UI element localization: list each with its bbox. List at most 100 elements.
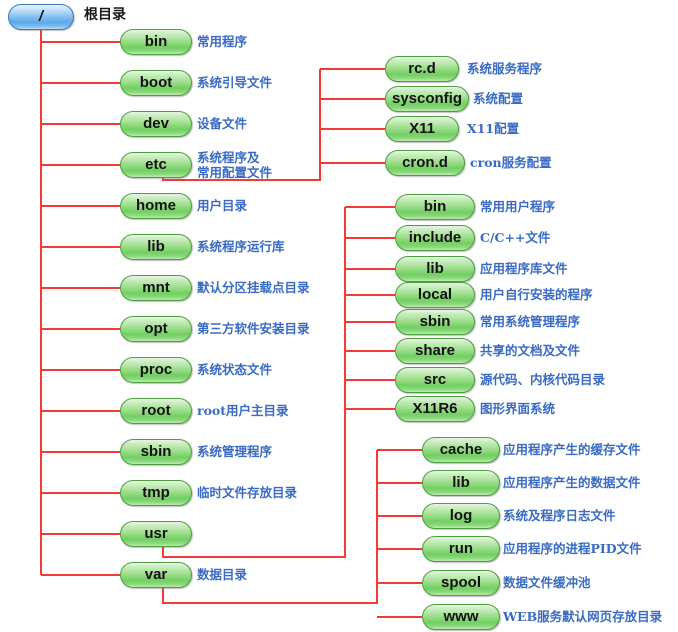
node-sbin-label: sbin: [140, 443, 172, 460]
node-usr-x11r6[interactable]: X11R6: [395, 396, 475, 422]
node-usr-x11r6-label: X11R6: [412, 400, 458, 417]
node-var-log-label: log: [449, 507, 473, 524]
caption-dev: 设备文件: [197, 116, 248, 131]
node-tmp-label: tmp: [142, 484, 170, 501]
caption-usr-bin: 常用用户程序: [480, 199, 556, 214]
caption-home: 用户目录: [197, 198, 248, 213]
caption-var-spool: 数据文件缓冲池: [503, 575, 591, 590]
node-var-label: var: [144, 566, 168, 583]
node-usr-local-label: local: [417, 286, 453, 303]
caption-etc-sysconfig: 系统配置: [473, 91, 524, 106]
caption-usr-lib: 应用程序库文件: [480, 261, 568, 276]
node-root[interactable]: /: [8, 4, 74, 30]
node-usr-include-label: include: [408, 229, 462, 246]
node-root-label: /: [38, 8, 44, 25]
node-lib[interactable]: lib: [120, 234, 192, 260]
node-dev[interactable]: dev: [120, 111, 192, 137]
caption-etc: 系统程序及 常用配置文件: [197, 150, 272, 180]
node-var-www[interactable]: www: [422, 604, 500, 630]
node-sbin[interactable]: sbin: [120, 439, 192, 465]
node-proc[interactable]: proc: [120, 357, 192, 383]
node-var-run-label: run: [448, 540, 474, 557]
node-root-dir[interactable]: root: [120, 398, 192, 424]
node-var-cache[interactable]: cache: [422, 437, 500, 463]
node-var-lib-label: lib: [452, 474, 470, 491]
node-etc-label: etc: [145, 156, 167, 173]
node-usr-local[interactable]: local: [395, 282, 475, 308]
node-dev-label: dev: [143, 115, 169, 132]
node-etc-cron-d[interactable]: cron.d: [385, 150, 465, 176]
node-tmp[interactable]: tmp: [120, 480, 192, 506]
node-var-spool[interactable]: spool: [422, 570, 500, 596]
node-usr-sbin-label: sbin: [419, 313, 451, 330]
node-usr-src-label: src: [423, 371, 447, 388]
node-usr-lib-label: lib: [426, 260, 444, 277]
caption-etc-x11: X11配置: [467, 121, 520, 136]
node-lib-label: lib: [147, 238, 165, 255]
caption-usr-x11r6: 图形界面系统: [480, 401, 556, 416]
node-etc-cron-d-label: cron.d: [402, 154, 448, 171]
node-var-run[interactable]: run: [422, 536, 500, 562]
node-usr-include[interactable]: include: [395, 225, 475, 251]
node-usr-bin-label: bin: [423, 198, 447, 215]
node-usr-sbin[interactable]: sbin: [395, 309, 475, 335]
node-boot-label: boot: [139, 74, 173, 91]
node-etc-rc-d-label: rc.d: [408, 60, 436, 77]
caption-root: 根目录: [84, 7, 126, 23]
caption-var-www: WEB服务默认网页存放目录: [503, 609, 663, 624]
caption-tmp: 临时文件存放目录: [197, 485, 298, 500]
node-usr-share[interactable]: share: [395, 338, 475, 364]
caption-etc-line2: 常用配置文件: [197, 165, 273, 180]
caption-var-log: 系统及程序日志文件: [503, 508, 616, 523]
caption-root-dir: root用户主目录: [197, 403, 289, 418]
caption-var-run: 应用程序的进程PID文件: [503, 541, 642, 556]
caption-etc-cron-d: cron服务配置: [470, 155, 552, 170]
caption-usr-local: 用户自行安装的程序: [480, 287, 593, 302]
caption-etc-line1: 系统程序及: [197, 150, 260, 165]
node-var-log[interactable]: log: [422, 503, 500, 529]
node-home[interactable]: home: [120, 193, 192, 219]
caption-sbin: 系统管理程序: [197, 444, 273, 459]
caption-var: 数据目录: [197, 567, 248, 582]
node-home-label: home: [135, 197, 176, 214]
node-etc-rc-d[interactable]: rc.d: [385, 56, 459, 82]
node-etc-sysconfig[interactable]: sysconfig: [385, 86, 469, 112]
node-opt-label: opt: [144, 320, 168, 337]
node-bin-label: bin: [144, 33, 168, 50]
node-usr-label: usr: [144, 525, 168, 542]
node-opt[interactable]: opt: [120, 316, 192, 342]
caption-lib: 系统程序运行库: [197, 239, 285, 254]
linux-directory-tree-diagram: / 根目录 bin 常用程序 boot 系统引导文件 dev 设备文件 etc …: [0, 0, 678, 632]
caption-boot: 系统引导文件: [197, 75, 273, 90]
node-var-www-label: www: [443, 608, 479, 625]
node-usr[interactable]: usr: [120, 521, 192, 547]
node-usr-share-label: share: [414, 342, 456, 359]
node-root-dir-label: root: [141, 402, 171, 419]
caption-etc-rc-d: 系统服务程序: [467, 61, 543, 76]
caption-bin: 常用程序: [197, 34, 248, 49]
caption-usr-src: 源代码、内核代码目录: [480, 372, 606, 387]
node-etc-x11[interactable]: X11: [385, 116, 459, 142]
caption-usr-share: 共享的文档及文件: [480, 343, 581, 358]
caption-var-lib: 应用程序产生的数据文件: [503, 475, 641, 490]
node-mnt[interactable]: mnt: [120, 275, 192, 301]
node-usr-src[interactable]: src: [395, 367, 475, 393]
node-mnt-label: mnt: [142, 279, 170, 296]
node-var-spool-label: spool: [441, 574, 481, 591]
node-etc[interactable]: etc: [120, 152, 192, 178]
caption-proc: 系统状态文件: [197, 362, 273, 377]
node-var-cache-label: cache: [439, 441, 483, 458]
caption-var-cache: 应用程序产生的缓存文件: [503, 442, 641, 457]
node-var-lib[interactable]: lib: [422, 470, 500, 496]
node-etc-x11-label: X11: [409, 120, 435, 137]
node-usr-lib[interactable]: lib: [395, 256, 475, 282]
caption-usr-include: C/C++文件: [480, 230, 551, 245]
node-usr-bin[interactable]: bin: [395, 194, 475, 220]
node-etc-sysconfig-label: sysconfig: [391, 90, 463, 107]
node-boot[interactable]: boot: [120, 70, 192, 96]
caption-usr-sbin: 常用系统管理程序: [480, 314, 581, 329]
caption-mnt: 默认分区挂载点目录: [197, 280, 310, 295]
node-proc-label: proc: [139, 361, 173, 378]
node-bin[interactable]: bin: [120, 29, 192, 55]
node-var[interactable]: var: [120, 562, 192, 588]
